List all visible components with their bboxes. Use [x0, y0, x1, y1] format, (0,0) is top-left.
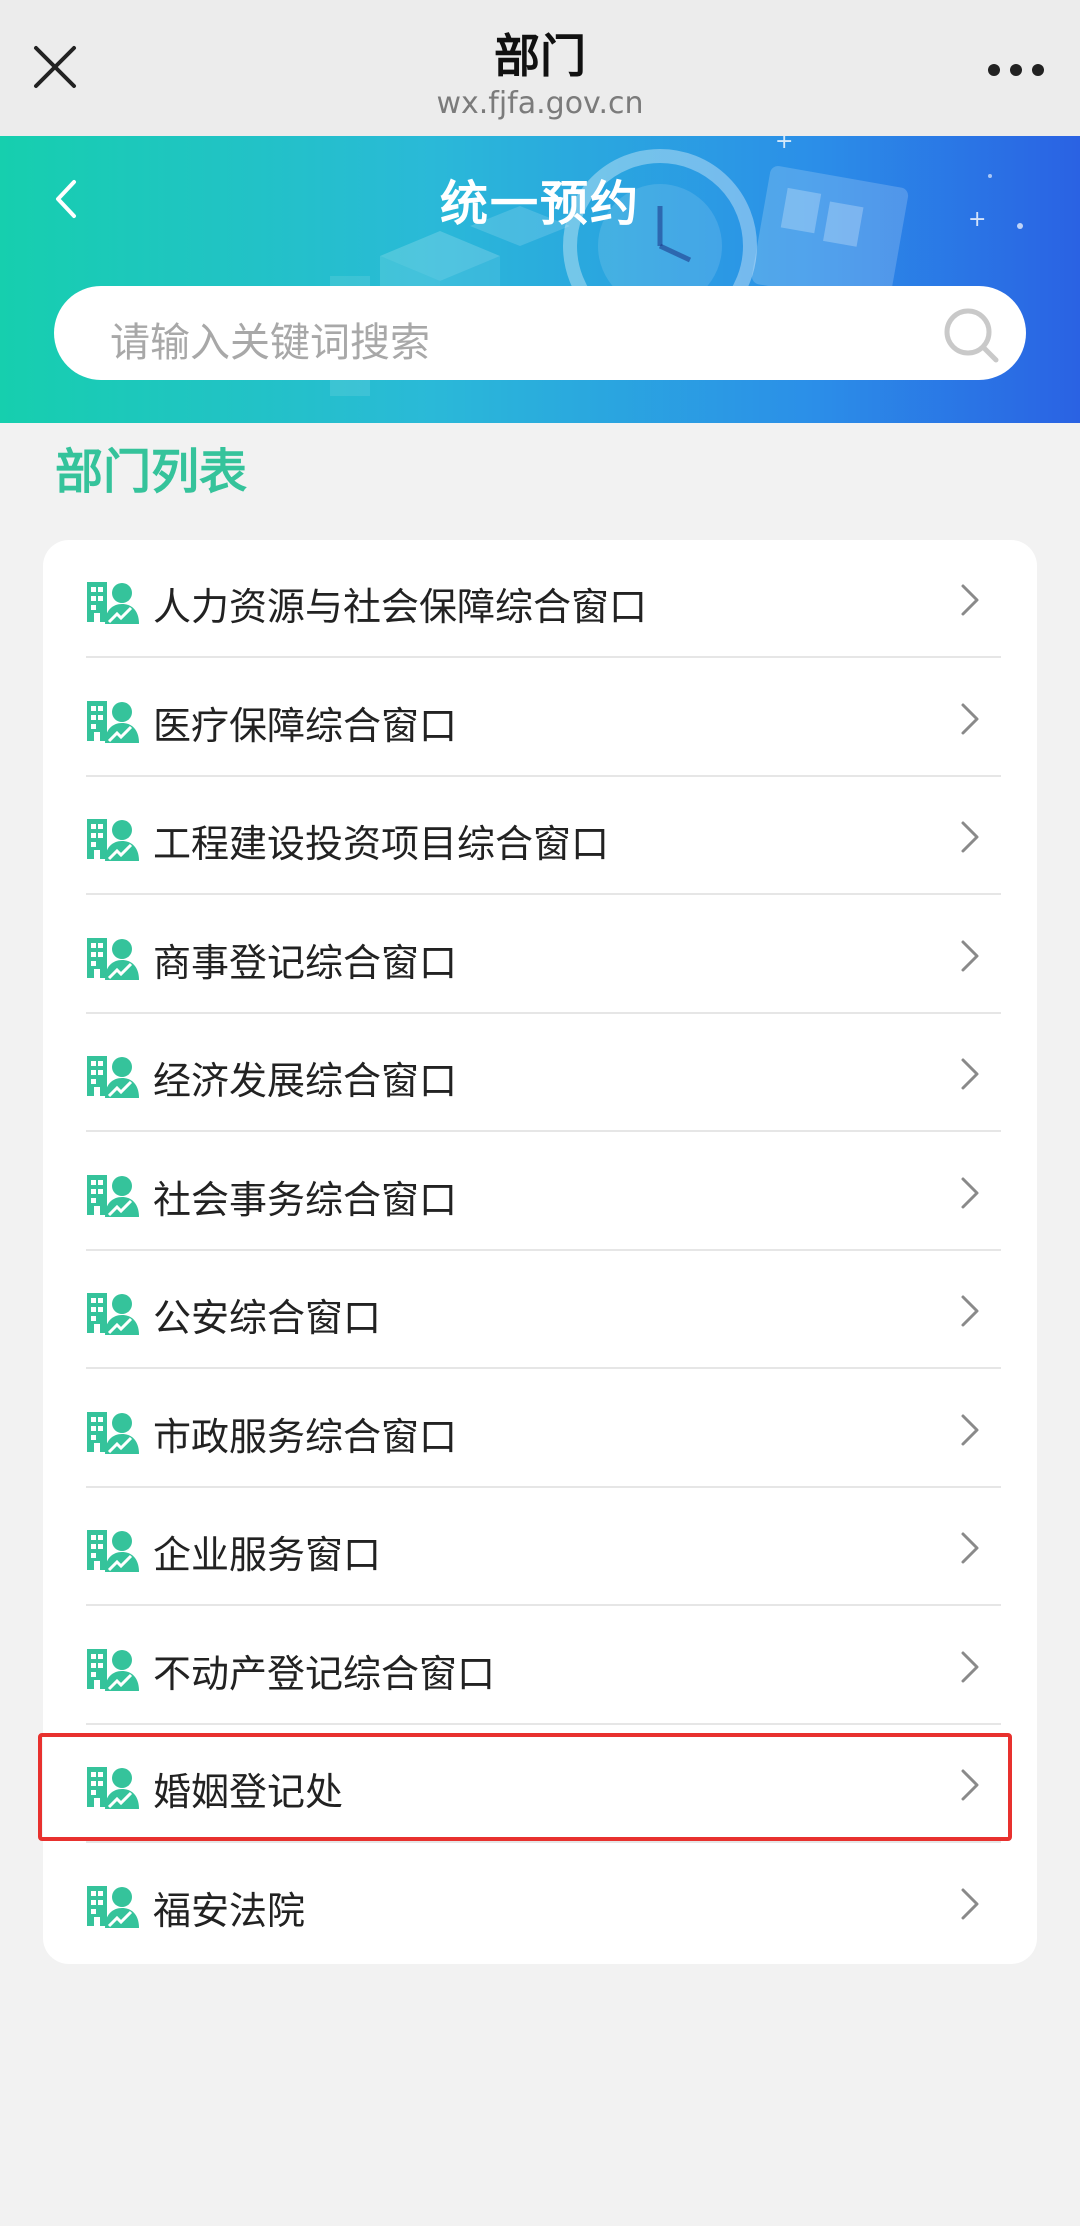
- search-input[interactable]: 请输入关键词搜索: [54, 286, 1026, 380]
- list-item-label: 婚姻登记处: [153, 1770, 344, 1814]
- list-item[interactable]: 工程建设投资项目综合窗口: [43, 777, 1037, 895]
- title-bar: 部门 wx.fjfa.gov.cn: [0, 0, 1080, 136]
- chevron-right-icon: [961, 940, 979, 971]
- department-icon: [87, 1648, 139, 1691]
- chevron-right-icon: [961, 703, 979, 734]
- more-icon[interactable]: [984, 52, 1048, 88]
- page-url: wx.fjfa.gov.cn: [436, 86, 644, 121]
- list-item[interactable]: 公安综合窗口: [43, 1251, 1037, 1369]
- list-item-label: 公安综合窗口: [153, 1296, 382, 1340]
- chevron-right-icon: [961, 1177, 979, 1208]
- list-item[interactable]: 福安法院: [43, 1844, 1037, 1962]
- list-item-label: 医疗保障综合窗口: [153, 703, 458, 748]
- list-item[interactable]: 人力资源与社会保障综合窗口: [43, 540, 1037, 658]
- list-item-label: 经济发展综合窗口: [153, 1059, 458, 1103]
- banner-heading: 统一预约: [439, 176, 640, 232]
- department-icon: [87, 819, 139, 861]
- department-icon: [87, 582, 139, 624]
- department-icon: [87, 1411, 139, 1454]
- list-item[interactable]: 企业服务窗口: [43, 1488, 1037, 1606]
- list-item-label: 工程建设投资项目综合窗口: [153, 822, 610, 866]
- chevron-right-icon: [961, 821, 979, 853]
- department-icon: [87, 1530, 139, 1572]
- chevron-right-icon: [961, 1532, 979, 1564]
- list-item-label: 人力资源与社会保障综合窗口: [153, 585, 648, 629]
- list-item-label: 社会事务综合窗口: [153, 1177, 458, 1222]
- list-item-label: 商事登记综合窗口: [153, 940, 458, 985]
- department-icon: [87, 700, 139, 743]
- search-icon[interactable]: [940, 304, 1002, 366]
- department-icon: [87, 1767, 139, 1809]
- list-item-label: 不动产登记综合窗口: [153, 1651, 496, 1696]
- list-item[interactable]: 市政服务综合窗口: [43, 1370, 1037, 1488]
- chevron-right-icon: [961, 1651, 979, 1682]
- list-item[interactable]: 经济发展综合窗口: [43, 1014, 1037, 1132]
- list-item[interactable]: 社会事务综合窗口: [43, 1133, 1037, 1251]
- list-item-label: 市政服务综合窗口: [153, 1414, 458, 1459]
- department-icon: [87, 1174, 139, 1217]
- svg-text:+: +: [775, 136, 793, 154]
- chevron-right-icon: [961, 1295, 979, 1327]
- section-title: 部门列表: [55, 444, 248, 500]
- list-item[interactable]: 医疗保障综合窗口: [43, 659, 1037, 777]
- department-icon: [87, 937, 139, 980]
- list-item-label: 福安法院: [153, 1888, 306, 1933]
- list-item[interactable]: 婚姻登记处: [43, 1725, 1037, 1843]
- chevron-right-icon: [961, 1769, 979, 1801]
- list-item[interactable]: 商事登记综合窗口: [43, 896, 1037, 1014]
- list-item[interactable]: 不动产登记综合窗口: [43, 1607, 1037, 1725]
- department-icon: [87, 1056, 139, 1098]
- search-placeholder: 请输入关键词搜索: [110, 320, 430, 366]
- chevron-right-icon: [961, 1058, 979, 1090]
- page-title: 部门: [494, 29, 586, 83]
- chevron-right-icon: [961, 1888, 979, 1919]
- department-icon: [87, 1885, 139, 1928]
- chevron-right-icon: [961, 584, 979, 616]
- chevron-right-icon: [961, 1414, 979, 1445]
- department-icon: [87, 1293, 139, 1335]
- list-item-label: 企业服务窗口: [153, 1533, 382, 1577]
